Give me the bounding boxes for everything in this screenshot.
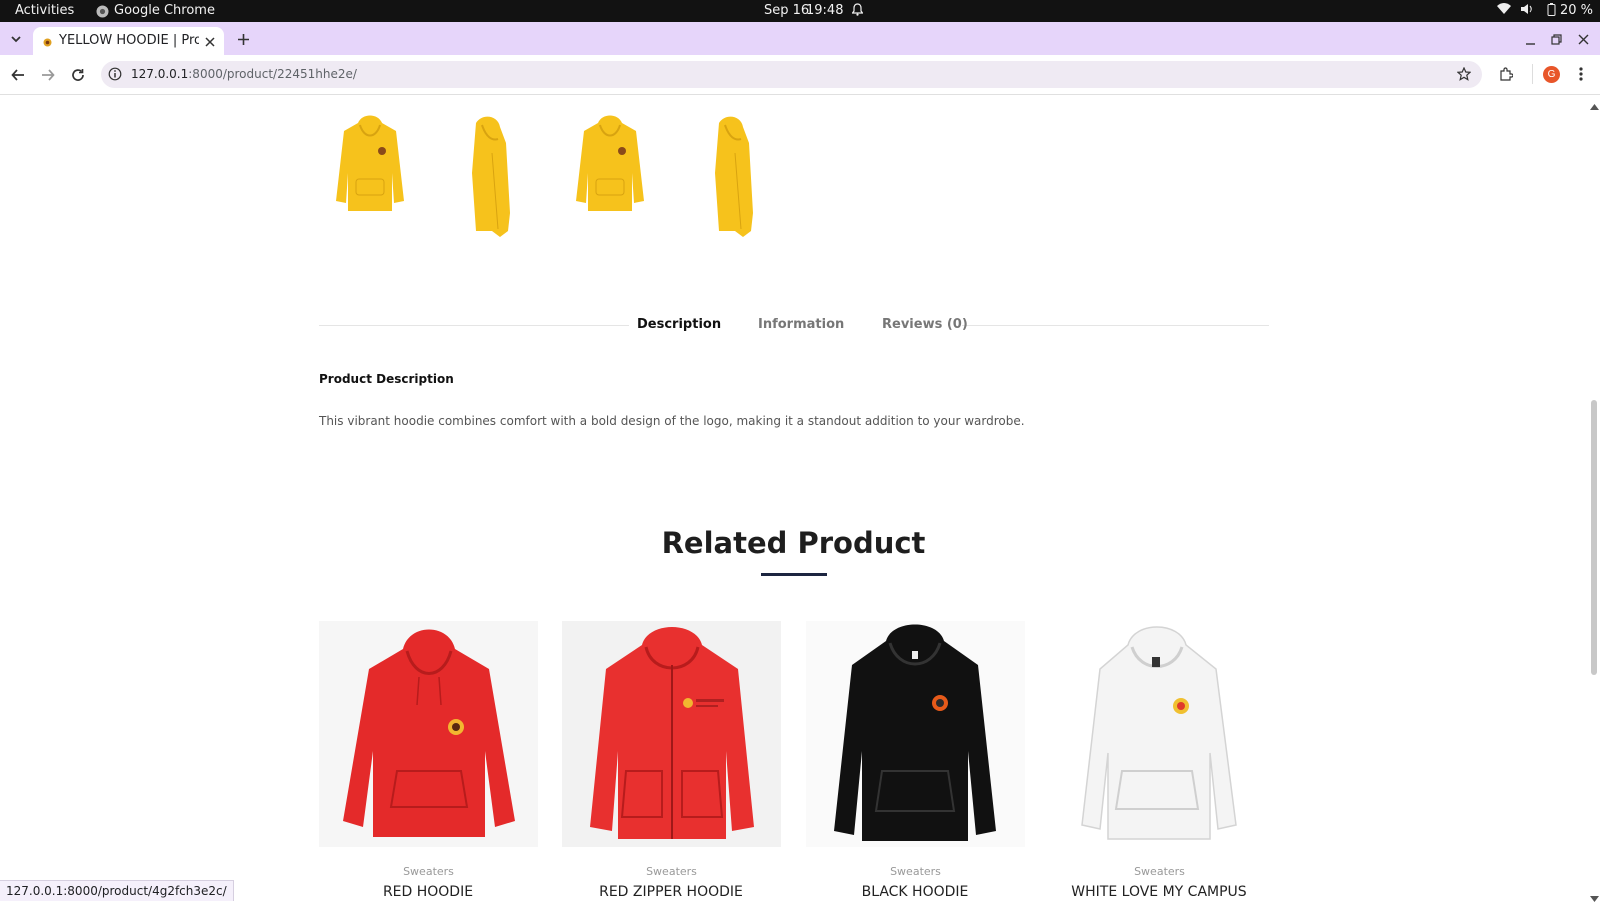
bookmark-star-icon[interactable] xyxy=(1456,66,1472,86)
site-favicon-icon xyxy=(42,35,53,53)
app-name[interactable]: Google Chrome xyxy=(114,3,215,18)
white-hoodie-image xyxy=(1081,626,1237,840)
hoodie-front-image xyxy=(336,115,404,211)
tab-search-button[interactable] xyxy=(9,31,23,50)
back-arrow-icon[interactable] xyxy=(11,68,25,87)
product-category: Sweaters xyxy=(403,865,454,878)
product-name[interactable]: RED ZIPPER HOODIE xyxy=(551,884,791,900)
thumbnail-side-1[interactable] xyxy=(462,113,522,241)
battery-icon[interactable] xyxy=(1545,3,1557,20)
thumbnail-front-1[interactable] xyxy=(332,113,408,217)
url-path: :8000/product/22451hhe2e/ xyxy=(188,67,357,81)
product-category: Sweaters xyxy=(1134,865,1185,878)
window-close-icon[interactable] xyxy=(1578,32,1589,50)
product-card-red-hoodie[interactable] xyxy=(319,621,538,847)
toolbar-divider xyxy=(1532,64,1533,84)
product-card-black-hoodie[interactable] xyxy=(806,621,1025,847)
black-hoodie-image xyxy=(834,624,996,841)
description-text: This vibrant hoodie combines comfort wit… xyxy=(319,414,1025,428)
hoodie-side-image xyxy=(472,116,510,237)
tab-close-icon[interactable] xyxy=(205,34,215,52)
page-scrollbar-thumb[interactable] xyxy=(1591,400,1597,675)
product-name[interactable]: BLACK HOODIE xyxy=(795,884,1035,900)
new-tab-icon[interactable] xyxy=(237,31,250,50)
forward-arrow-icon[interactable] xyxy=(41,68,55,87)
wifi-icon[interactable] xyxy=(1497,3,1511,19)
red-zipper-hoodie-image xyxy=(590,627,754,839)
battery-percent: 20 % xyxy=(1560,3,1594,18)
profile-avatar[interactable]: G xyxy=(1543,66,1560,83)
extensions-puzzle-icon[interactable] xyxy=(1499,67,1514,86)
site-info-icon[interactable] xyxy=(108,67,122,86)
product-card-red-zipper-hoodie[interactable] xyxy=(562,621,781,847)
description-heading: Product Description xyxy=(319,372,454,386)
product-name[interactable]: RED HOODIE xyxy=(308,884,548,900)
clock-time[interactable]: 19:48 xyxy=(806,3,843,18)
notification-bell-icon xyxy=(851,3,864,20)
link-status-bubble: 127.0.0.1:8000/product/4g2fch3e2c/ xyxy=(0,880,234,901)
browser-tab-active[interactable]: YELLOW HOODIE | Produ xyxy=(33,27,224,55)
thumbnail-side-2[interactable] xyxy=(705,113,765,241)
clock-date[interactable]: Sep 16 xyxy=(764,3,809,18)
related-title-underline xyxy=(761,573,827,576)
activities-button[interactable]: Activities xyxy=(15,3,74,18)
tabs-divider-left xyxy=(319,325,629,326)
reload-icon[interactable] xyxy=(71,68,85,87)
product-category: Sweaters xyxy=(646,865,697,878)
chrome-menu-icon[interactable] xyxy=(1578,66,1584,87)
product-name[interactable]: WHITE LOVE MY CAMPUS xyxy=(1039,884,1279,900)
chrome-app-icon xyxy=(96,3,109,22)
thumbnail-front-2[interactable] xyxy=(572,113,648,217)
hoodie-front-image xyxy=(576,115,644,211)
red-hoodie-image xyxy=(343,629,515,837)
product-category: Sweaters xyxy=(890,865,941,878)
tab-reviews[interactable]: Reviews (0) xyxy=(882,317,968,332)
related-title: Related Product xyxy=(661,526,926,560)
scroll-down-arrow-icon[interactable] xyxy=(1590,889,1599,907)
system-top-bar: Activities Google Chrome Sep 16 19:48 20… xyxy=(0,0,1600,22)
tabs-divider-right xyxy=(962,325,1269,326)
volume-icon[interactable] xyxy=(1520,3,1534,19)
hoodie-side-image xyxy=(715,116,753,237)
scroll-up-arrow-icon[interactable] xyxy=(1590,97,1599,115)
url-host: 127.0.0.1 xyxy=(131,67,189,81)
tab-information[interactable]: Information xyxy=(758,317,844,332)
restore-icon[interactable] xyxy=(1551,32,1562,50)
url-text[interactable]: 127.0.0.1:8000/product/22451hhe2e/ xyxy=(131,67,357,81)
tab-title: YELLOW HOODIE | Produ xyxy=(59,33,199,48)
product-card-white-love-my-campus[interactable] xyxy=(1050,621,1269,847)
minimize-icon[interactable] xyxy=(1525,33,1536,51)
tab-description[interactable]: Description xyxy=(637,317,721,332)
